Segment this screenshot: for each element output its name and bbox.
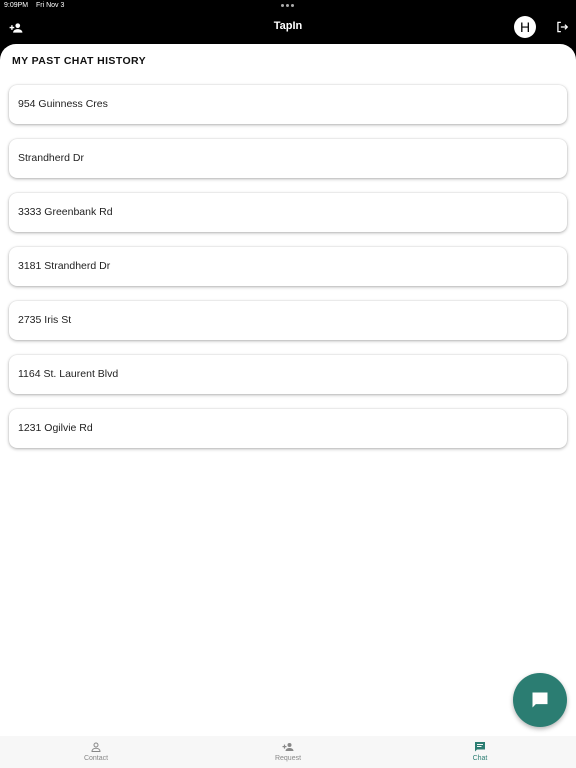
- bottom-navigation: Contact Request Chat: [0, 736, 576, 768]
- chat-address: 1231 Ogilvie Rd: [18, 422, 93, 434]
- status-bar: 9:09PM Fri Nov 3: [0, 0, 576, 12]
- chat-address: 3333 Greenbank Rd: [18, 206, 113, 218]
- chat-history-item[interactable]: Strandherd Dr: [9, 139, 567, 178]
- chat-history-item[interactable]: 954 Guinness Cres: [9, 85, 567, 124]
- top-app-bar: TapIn H: [0, 12, 576, 44]
- chat-address: 954 Guinness Cres: [18, 98, 108, 110]
- status-date: Fri Nov 3: [36, 2, 65, 9]
- status-time: 9:09PM: [4, 2, 29, 9]
- chat-history-item[interactable]: 1231 Ogilvie Rd: [9, 409, 567, 448]
- chat-history-item[interactable]: 3181 Strandherd Dr: [9, 247, 567, 286]
- chat-history-item[interactable]: 2735 Iris St: [9, 301, 567, 340]
- logout-button[interactable]: [555, 20, 569, 34]
- chat-address: 1164 St. Laurent Blvd: [18, 368, 119, 380]
- nav-label: Request: [274, 755, 302, 762]
- chat-history-item[interactable]: 1164 St. Laurent Blvd: [9, 355, 567, 394]
- person-icon: [91, 742, 101, 752]
- chat-address: 3181 Strandherd Dr: [18, 260, 111, 272]
- nav-label: Contact: [83, 755, 109, 762]
- nav-tab-contact[interactable]: Contact: [0, 736, 192, 768]
- page-title: MY PAST CHAT HISTORY: [12, 55, 147, 67]
- app-title: TapIn: [273, 20, 303, 32]
- multitasking-dots-icon[interactable]: [281, 4, 295, 7]
- logout-icon: [557, 21, 569, 33]
- person-add-icon: [282, 743, 294, 751]
- chat-bubble-icon: [532, 692, 548, 708]
- new-chat-fab[interactable]: [513, 673, 567, 727]
- chat-icon: [475, 742, 485, 752]
- chat-history-list: 954 Guinness Cres Strandherd Dr 3333 Gre…: [9, 85, 567, 463]
- chat-history-item[interactable]: 3333 Greenbank Rd: [9, 193, 567, 232]
- chat-address: Strandherd Dr: [18, 152, 84, 164]
- nav-tab-chat[interactable]: Chat: [384, 736, 576, 768]
- nav-label: Chat: [472, 755, 488, 762]
- avatar[interactable]: H: [514, 16, 536, 38]
- nav-tab-request[interactable]: Request: [192, 736, 384, 768]
- main-content: MY PAST CHAT HISTORY 954 Guinness Cres S…: [0, 44, 576, 736]
- chat-address: 2735 Iris St: [18, 314, 72, 326]
